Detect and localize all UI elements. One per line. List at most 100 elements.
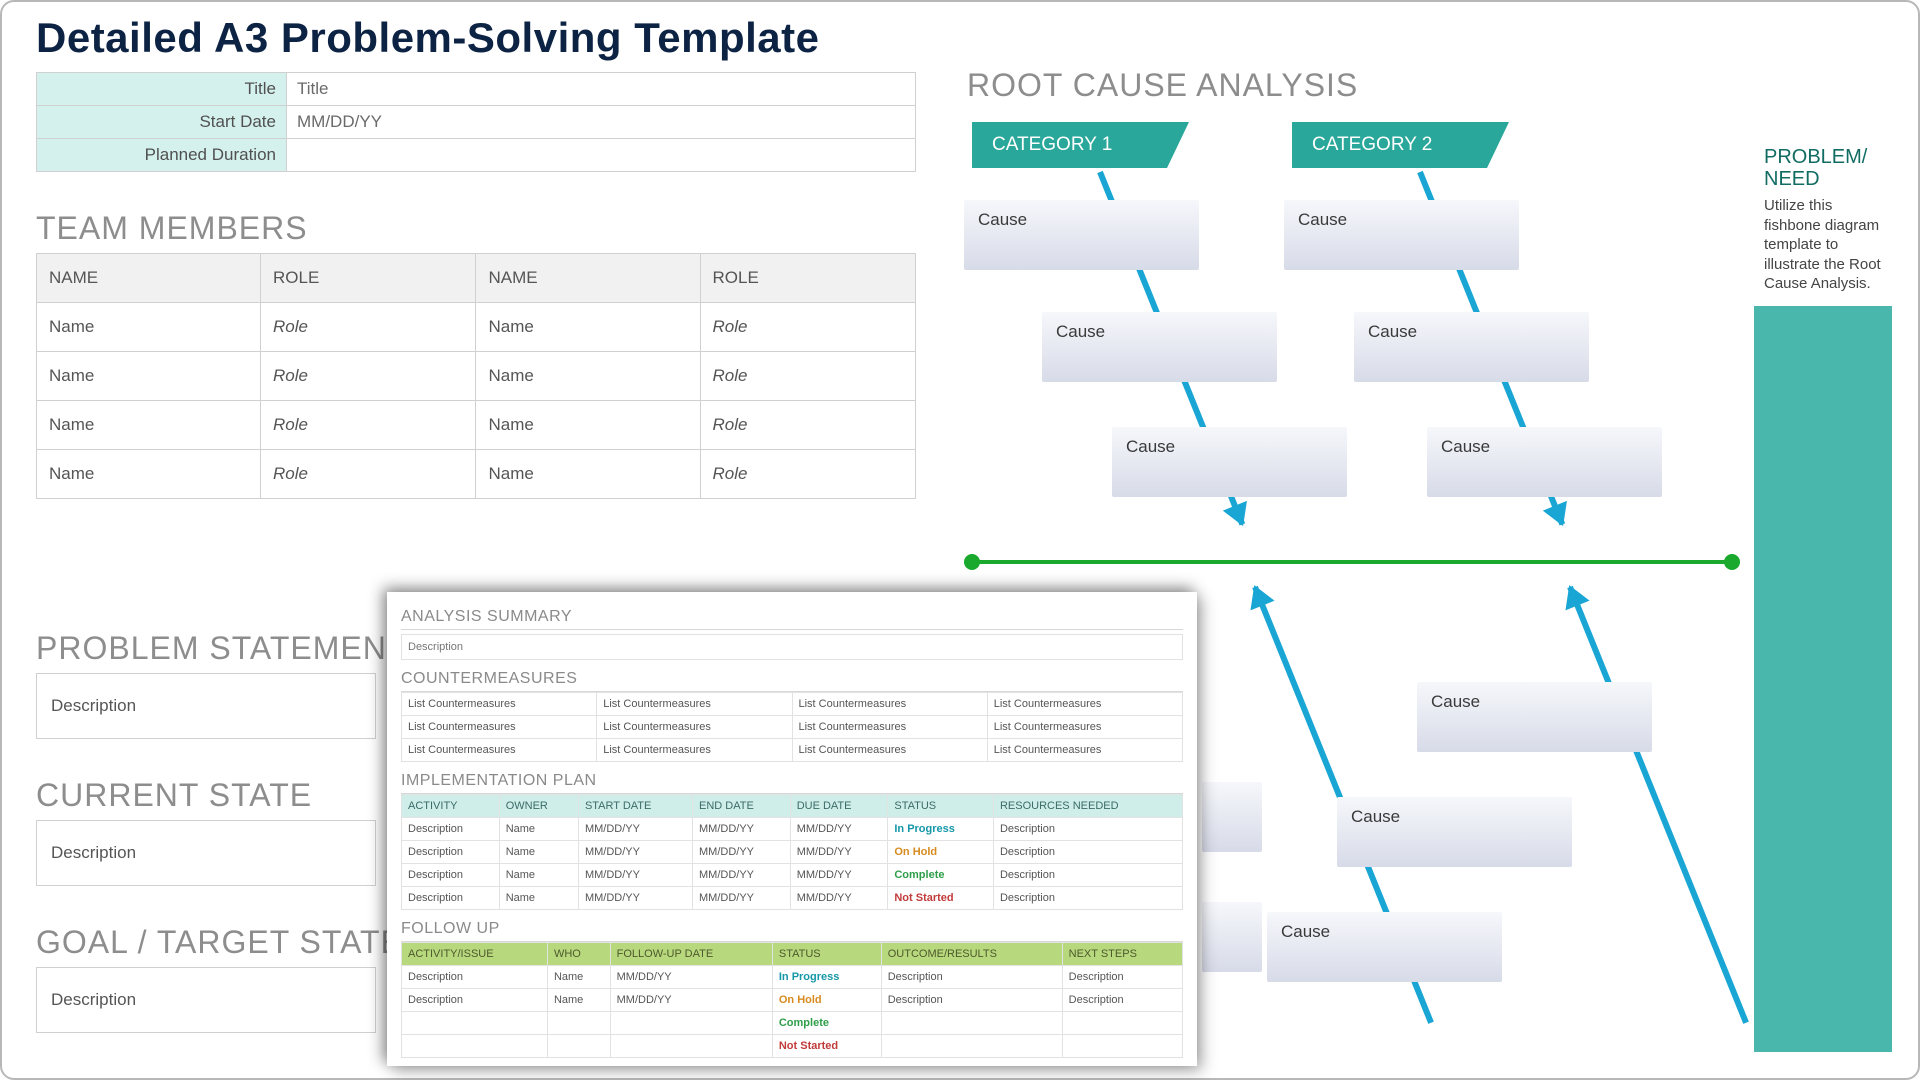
follow-cell[interactable] — [610, 1012, 772, 1035]
impl-cell[interactable]: MM/DD/YY — [578, 841, 692, 864]
follow-cell[interactable] — [881, 1012, 1062, 1035]
counter-cell[interactable]: List Countermeasures — [792, 739, 987, 762]
follow-cell[interactable]: Name — [547, 989, 610, 1012]
impl-cell[interactable]: MM/DD/YY — [790, 864, 888, 887]
follow-cell[interactable]: Description — [881, 966, 1062, 989]
follow-cell[interactable]: Description — [1062, 989, 1182, 1012]
problem-desc[interactable]: Description — [36, 673, 376, 739]
follow-cell[interactable]: Complete — [772, 1012, 881, 1035]
follow-cell[interactable]: Description — [1062, 966, 1182, 989]
follow-cell[interactable] — [881, 1035, 1062, 1058]
team-cell[interactable]: Name — [476, 450, 700, 499]
counter-cell[interactable]: List Countermeasures — [987, 716, 1182, 739]
impl-cell[interactable]: Name — [499, 864, 578, 887]
follow-cell[interactable] — [1062, 1012, 1182, 1035]
cause-box[interactable]: Cause — [1354, 312, 1589, 382]
cause-box[interactable]: Cause — [964, 200, 1199, 270]
team-cell[interactable]: Name — [476, 401, 700, 450]
team-cell[interactable]: Name — [476, 303, 700, 352]
follow-cell[interactable] — [547, 1035, 610, 1058]
meta-start-value[interactable]: MM/DD/YY — [287, 106, 916, 139]
impl-cell[interactable]: Not Started — [888, 887, 994, 910]
impl-cell[interactable]: Name — [499, 818, 578, 841]
team-cell[interactable]: Role — [700, 401, 916, 450]
follow-cell[interactable]: Description — [881, 989, 1062, 1012]
cause-box[interactable]: Cause — [1337, 797, 1572, 867]
counter-cell[interactable]: List Countermeasures — [987, 693, 1182, 716]
impl-cell[interactable]: Description — [402, 887, 500, 910]
follow-cell[interactable]: MM/DD/YY — [610, 989, 772, 1012]
impl-cell[interactable]: MM/DD/YY — [790, 887, 888, 910]
impl-cell[interactable]: Description — [993, 864, 1182, 887]
counter-cell[interactable]: List Countermeasures — [402, 693, 597, 716]
follow-cell[interactable]: Description — [402, 966, 548, 989]
impl-cell[interactable]: MM/DD/YY — [693, 887, 791, 910]
impl-cell[interactable]: MM/DD/YY — [693, 841, 791, 864]
cause-box[interactable]: Cause — [1417, 682, 1652, 752]
impl-cell[interactable]: MM/DD/YY — [790, 841, 888, 864]
impl-cell[interactable]: Description — [993, 887, 1182, 910]
follow-cell[interactable]: MM/DD/YY — [610, 966, 772, 989]
follow-cell[interactable] — [402, 1012, 548, 1035]
counter-cell[interactable]: List Countermeasures — [597, 693, 792, 716]
impl-cell[interactable]: On Hold — [888, 841, 994, 864]
follow-cell[interactable]: Not Started — [772, 1035, 881, 1058]
impl-cell[interactable]: Description — [402, 841, 500, 864]
counter-cell[interactable]: List Countermeasures — [597, 716, 792, 739]
team-cell[interactable]: Role — [700, 303, 916, 352]
current-desc[interactable]: Description — [36, 820, 376, 886]
cause-box[interactable]: Cause — [1112, 427, 1347, 497]
counter-cell[interactable]: List Countermeasures — [402, 739, 597, 762]
team-cell[interactable]: Role — [261, 401, 476, 450]
team-cell[interactable]: Name — [37, 401, 261, 450]
impl-cell[interactable]: MM/DD/YY — [578, 818, 692, 841]
follow-cell[interactable]: Name — [547, 966, 610, 989]
impl-cell[interactable]: In Progress — [888, 818, 994, 841]
follow-cell[interactable] — [547, 1012, 610, 1035]
cause-box[interactable]: Cause — [1267, 912, 1502, 982]
follow-cell[interactable]: In Progress — [772, 966, 881, 989]
impl-cell[interactable]: MM/DD/YY — [578, 887, 692, 910]
team-cell[interactable]: Role — [700, 352, 916, 401]
follow-cell[interactable] — [402, 1035, 548, 1058]
impl-cell[interactable]: Description — [402, 864, 500, 887]
counter-cell[interactable]: List Countermeasures — [792, 693, 987, 716]
impl-cell[interactable]: Description — [993, 841, 1182, 864]
impl-cell[interactable]: MM/DD/YY — [578, 864, 692, 887]
team-cell[interactable]: Role — [261, 352, 476, 401]
team-cell[interactable]: Role — [261, 303, 476, 352]
impl-cell[interactable]: MM/DD/YY — [790, 818, 888, 841]
follow-cell[interactable] — [610, 1035, 772, 1058]
impl-cell[interactable]: Name — [499, 841, 578, 864]
impl-cell[interactable]: Name — [499, 887, 578, 910]
meta-title-value[interactable]: Title — [287, 73, 916, 106]
cause-box[interactable] — [1202, 902, 1262, 972]
team-cell[interactable]: Name — [37, 450, 261, 499]
problem-heading: PROBLEM STATEMENT — [2, 610, 407, 673]
team-cell[interactable]: Name — [476, 352, 700, 401]
team-cell[interactable]: Role — [261, 450, 476, 499]
team-cell[interactable]: Role — [700, 450, 916, 499]
counter-cell[interactable]: List Countermeasures — [792, 716, 987, 739]
follow-cell[interactable]: On Hold — [772, 989, 881, 1012]
goal-desc[interactable]: Description — [36, 967, 376, 1033]
cause-box[interactable]: Cause — [1427, 427, 1662, 497]
counter-cell[interactable]: List Countermeasures — [987, 739, 1182, 762]
cause-box[interactable]: Cause — [1284, 200, 1519, 270]
analysis-desc[interactable]: Description — [401, 634, 1183, 660]
cause-box[interactable]: Cause — [1042, 312, 1277, 382]
team-cell[interactable]: Name — [37, 303, 261, 352]
follow-cell[interactable]: Description — [402, 989, 548, 1012]
impl-cell[interactable]: Description — [402, 818, 500, 841]
follow-cell[interactable] — [1062, 1035, 1182, 1058]
counter-cell[interactable]: List Countermeasures — [402, 716, 597, 739]
impl-cell[interactable]: Complete — [888, 864, 994, 887]
team-cell[interactable]: Name — [37, 352, 261, 401]
impl-cell[interactable]: MM/DD/YY — [693, 818, 791, 841]
cause-box[interactable] — [1202, 782, 1262, 852]
counter-cell[interactable]: List Countermeasures — [597, 739, 792, 762]
meta-duration-value[interactable] — [287, 139, 916, 172]
fishbone-spine — [972, 560, 1732, 564]
impl-cell[interactable]: MM/DD/YY — [693, 864, 791, 887]
impl-cell[interactable]: Description — [993, 818, 1182, 841]
